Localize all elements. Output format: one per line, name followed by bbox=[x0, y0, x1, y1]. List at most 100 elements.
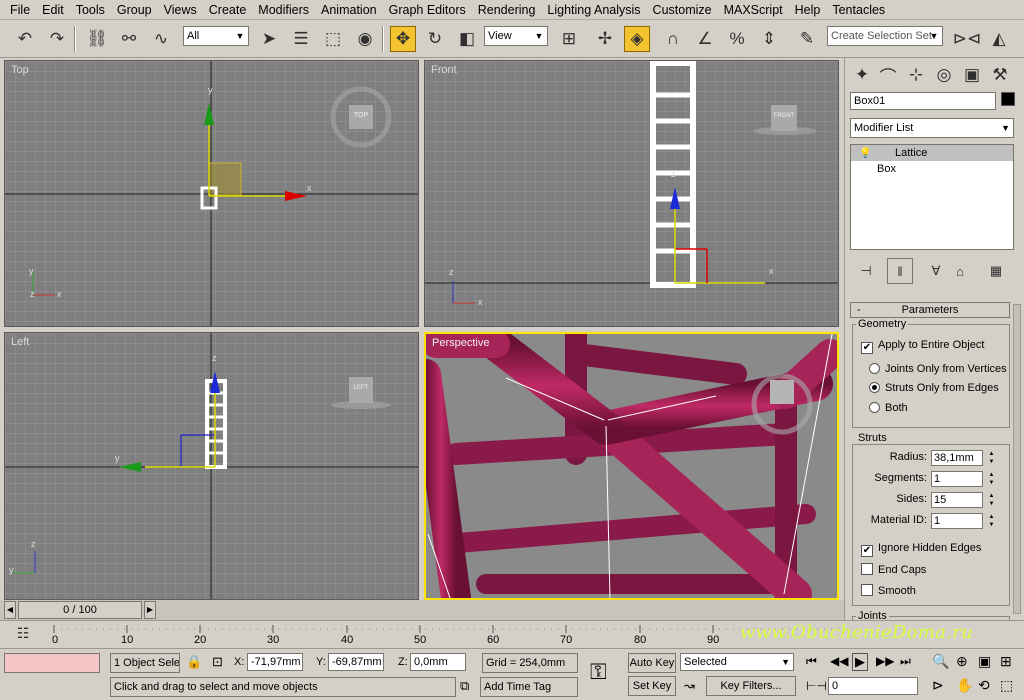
stack-item-lattice[interactable]: 💡 Lattice bbox=[851, 145, 1013, 161]
modify-tab-icon[interactable]: ⌒ bbox=[875, 62, 901, 88]
field-of-view-icon[interactable]: ⊳ bbox=[932, 677, 944, 694]
configure-sets-icon[interactable]: ▦ bbox=[983, 258, 1009, 284]
select-and-rotate-icon[interactable]: ↻ bbox=[422, 26, 448, 52]
hierarchy-tab-icon[interactable]: ⊹ bbox=[903, 62, 929, 88]
manipulate-icon[interactable]: ✢ bbox=[592, 26, 618, 52]
display-tab-icon[interactable]: ▣ bbox=[959, 62, 985, 88]
viewport-perspective[interactable]: Perspective bbox=[424, 332, 839, 600]
angle-snap-icon[interactable]: ∠ bbox=[692, 26, 718, 52]
segments-spinner[interactable]: 1 bbox=[931, 471, 983, 487]
modifier-list-dropdown[interactable]: Modifier List ▼ bbox=[850, 118, 1014, 138]
lock-selection-icon[interactable]: 🔒 bbox=[186, 654, 202, 670]
x-coordinate-field[interactable]: -71,97mm bbox=[247, 653, 303, 671]
stack-item-box[interactable]: Box bbox=[851, 161, 1013, 177]
key-filters-icon[interactable]: ↝ bbox=[684, 678, 695, 694]
sides-spinner[interactable]: 15 bbox=[931, 492, 983, 508]
window-crossing-icon[interactable]: ◉ bbox=[352, 26, 378, 52]
edit-named-selection-icon[interactable]: ✎ bbox=[794, 26, 820, 52]
add-time-tag-button[interactable]: Add Time Tag bbox=[480, 677, 578, 697]
material-id-spinner[interactable]: 1 bbox=[931, 513, 983, 529]
menu-tools[interactable]: Tools bbox=[70, 0, 111, 20]
pan-view-icon[interactable]: ✋ bbox=[956, 677, 973, 694]
menu-edit[interactable]: Edit bbox=[36, 0, 70, 20]
time-slider[interactable]: ◀ 0 / 100 ▶ bbox=[0, 600, 844, 620]
absolute-mode-icon[interactable]: ⊡ bbox=[212, 654, 223, 670]
menu-group[interactable]: Group bbox=[111, 0, 158, 20]
object-name-field[interactable]: Box01 bbox=[850, 92, 996, 110]
panel-scrollbar[interactable] bbox=[1013, 304, 1021, 614]
auto-key-button[interactable]: Auto Key bbox=[628, 653, 676, 673]
struts-only-radio[interactable]: Struts Only from Edges bbox=[869, 382, 999, 395]
lightbulb-icon[interactable]: 💡 bbox=[859, 146, 871, 162]
named-selection-set-dropdown[interactable]: Create Selection Set ▼ bbox=[827, 26, 943, 46]
select-by-name-icon[interactable]: ☰ bbox=[288, 26, 314, 52]
rectangular-selection-icon[interactable]: ⬚ bbox=[320, 26, 346, 52]
unlink-icon[interactable]: ⚯ bbox=[116, 26, 142, 52]
viewport-top[interactable]: Top TOP x y x y z bbox=[4, 60, 419, 327]
joints-only-radio[interactable]: Joints Only from Vertices bbox=[869, 363, 1007, 376]
spinner-snap-icon[interactable]: ⇕ bbox=[756, 26, 782, 52]
key-mode-toggle-icon[interactable]: ⊢⊣ bbox=[806, 679, 827, 693]
keyboard-shortcut-override-icon[interactable]: ◈ bbox=[624, 26, 650, 52]
create-tab-icon[interactable]: ✦ bbox=[849, 62, 875, 88]
key-filters-button[interactable]: Key Filters... bbox=[706, 676, 796, 696]
menu-graph-editors[interactable]: Graph Editors bbox=[383, 0, 472, 20]
reference-coordinate-dropdown[interactable]: View ▼ bbox=[484, 26, 548, 46]
show-end-result-icon[interactable]: ‖ bbox=[887, 258, 913, 284]
maximize-viewport-icon[interactable]: ⬚ bbox=[1000, 677, 1013, 694]
make-unique-icon[interactable]: ∀ bbox=[923, 258, 949, 284]
z-coordinate-field[interactable]: 0,0mm bbox=[410, 653, 466, 671]
apply-entire-object-checkbox[interactable]: ✔ Apply to Entire Object bbox=[861, 339, 984, 354]
next-frame-icon[interactable]: ▶ bbox=[144, 601, 156, 619]
parameters-rollout[interactable]: - Parameters bbox=[850, 302, 1010, 318]
menu-views[interactable]: Views bbox=[158, 0, 203, 20]
viewport-label-perspective[interactable]: Perspective bbox=[432, 337, 489, 349]
menu-modifiers[interactable]: Modifiers bbox=[252, 0, 315, 20]
next-frame-icon[interactable]: ▶▶ bbox=[876, 654, 894, 668]
go-to-end-icon[interactable]: ⏭ bbox=[900, 654, 911, 669]
zoom-icon[interactable]: 🔍 bbox=[932, 653, 949, 670]
viewport-left[interactable]: Left LEFT z y y z bbox=[4, 332, 419, 600]
object-color-swatch[interactable] bbox=[1001, 92, 1015, 106]
play-icon[interactable]: ▶ bbox=[852, 653, 868, 671]
undo-icon[interactable]: ↶ bbox=[12, 26, 38, 52]
spinner-arrows-icon[interactable]: ▲ ▼ bbox=[987, 471, 996, 487]
y-coordinate-field[interactable]: -69,87mm bbox=[328, 653, 384, 671]
time-slider-thumb[interactable]: 0 / 100 bbox=[18, 601, 142, 619]
prev-frame-icon[interactable]: ◀ bbox=[4, 601, 16, 619]
menu-help[interactable]: Help bbox=[789, 0, 827, 20]
menu-maxscript[interactable]: MAXScript bbox=[718, 0, 789, 20]
zoom-extents-icon[interactable]: ▣ bbox=[978, 653, 991, 670]
viewport-front[interactable]: Front FRONT z x x z bbox=[424, 60, 839, 327]
menu-customize[interactable]: Customize bbox=[647, 0, 718, 20]
both-radio[interactable]: Both bbox=[869, 402, 908, 415]
pin-stack-icon[interactable]: ⊣ bbox=[853, 258, 879, 284]
align-icon[interactable]: ◭ bbox=[986, 26, 1012, 52]
smooth-checkbox[interactable]: Smooth bbox=[861, 584, 916, 598]
go-to-start-icon[interactable]: ⏮ bbox=[806, 654, 817, 669]
set-key-icon[interactable]: ⚿ bbox=[590, 659, 607, 685]
mirror-icon[interactable]: ⊳⊲ bbox=[953, 26, 982, 52]
zoom-extents-all-icon[interactable]: ⊞ bbox=[1000, 653, 1012, 670]
time-tag-icon[interactable]: ⧉ bbox=[460, 678, 469, 694]
select-and-move-icon[interactable]: ✥ bbox=[390, 26, 416, 52]
remove-modifier-icon[interactable]: ⌂ bbox=[947, 258, 973, 284]
maxscript-listener[interactable] bbox=[4, 653, 100, 673]
selection-filter-dropdown[interactable]: All ▼ bbox=[183, 26, 249, 46]
select-and-scale-icon[interactable]: ◧ bbox=[454, 26, 480, 52]
menu-file[interactable]: File bbox=[4, 0, 36, 20]
spinner-arrows-icon[interactable]: ▲ ▼ bbox=[987, 492, 996, 508]
ignore-hidden-edges-checkbox[interactable]: ✔ Ignore Hidden Edges bbox=[861, 542, 981, 557]
snap-toggle-icon[interactable]: ∩ bbox=[660, 26, 686, 52]
select-object-icon[interactable]: ➤ bbox=[256, 26, 282, 52]
redo-icon[interactable]: ↷ bbox=[44, 26, 70, 52]
utilities-tab-icon[interactable]: ⚒ bbox=[987, 62, 1013, 88]
menu-create[interactable]: Create bbox=[203, 0, 253, 20]
bind-space-warp-icon[interactable]: ∿ bbox=[148, 26, 174, 52]
motion-tab-icon[interactable]: ◎ bbox=[931, 62, 957, 88]
zoom-all-icon[interactable]: ⊕ bbox=[956, 653, 968, 670]
menu-lighting-analysis[interactable]: Lighting Analysis bbox=[541, 0, 646, 20]
end-caps-checkbox[interactable]: End Caps bbox=[861, 563, 926, 577]
spinner-arrows-icon[interactable]: ▲ ▼ bbox=[987, 513, 996, 529]
orbit-icon[interactable]: ⟲ bbox=[978, 677, 990, 694]
